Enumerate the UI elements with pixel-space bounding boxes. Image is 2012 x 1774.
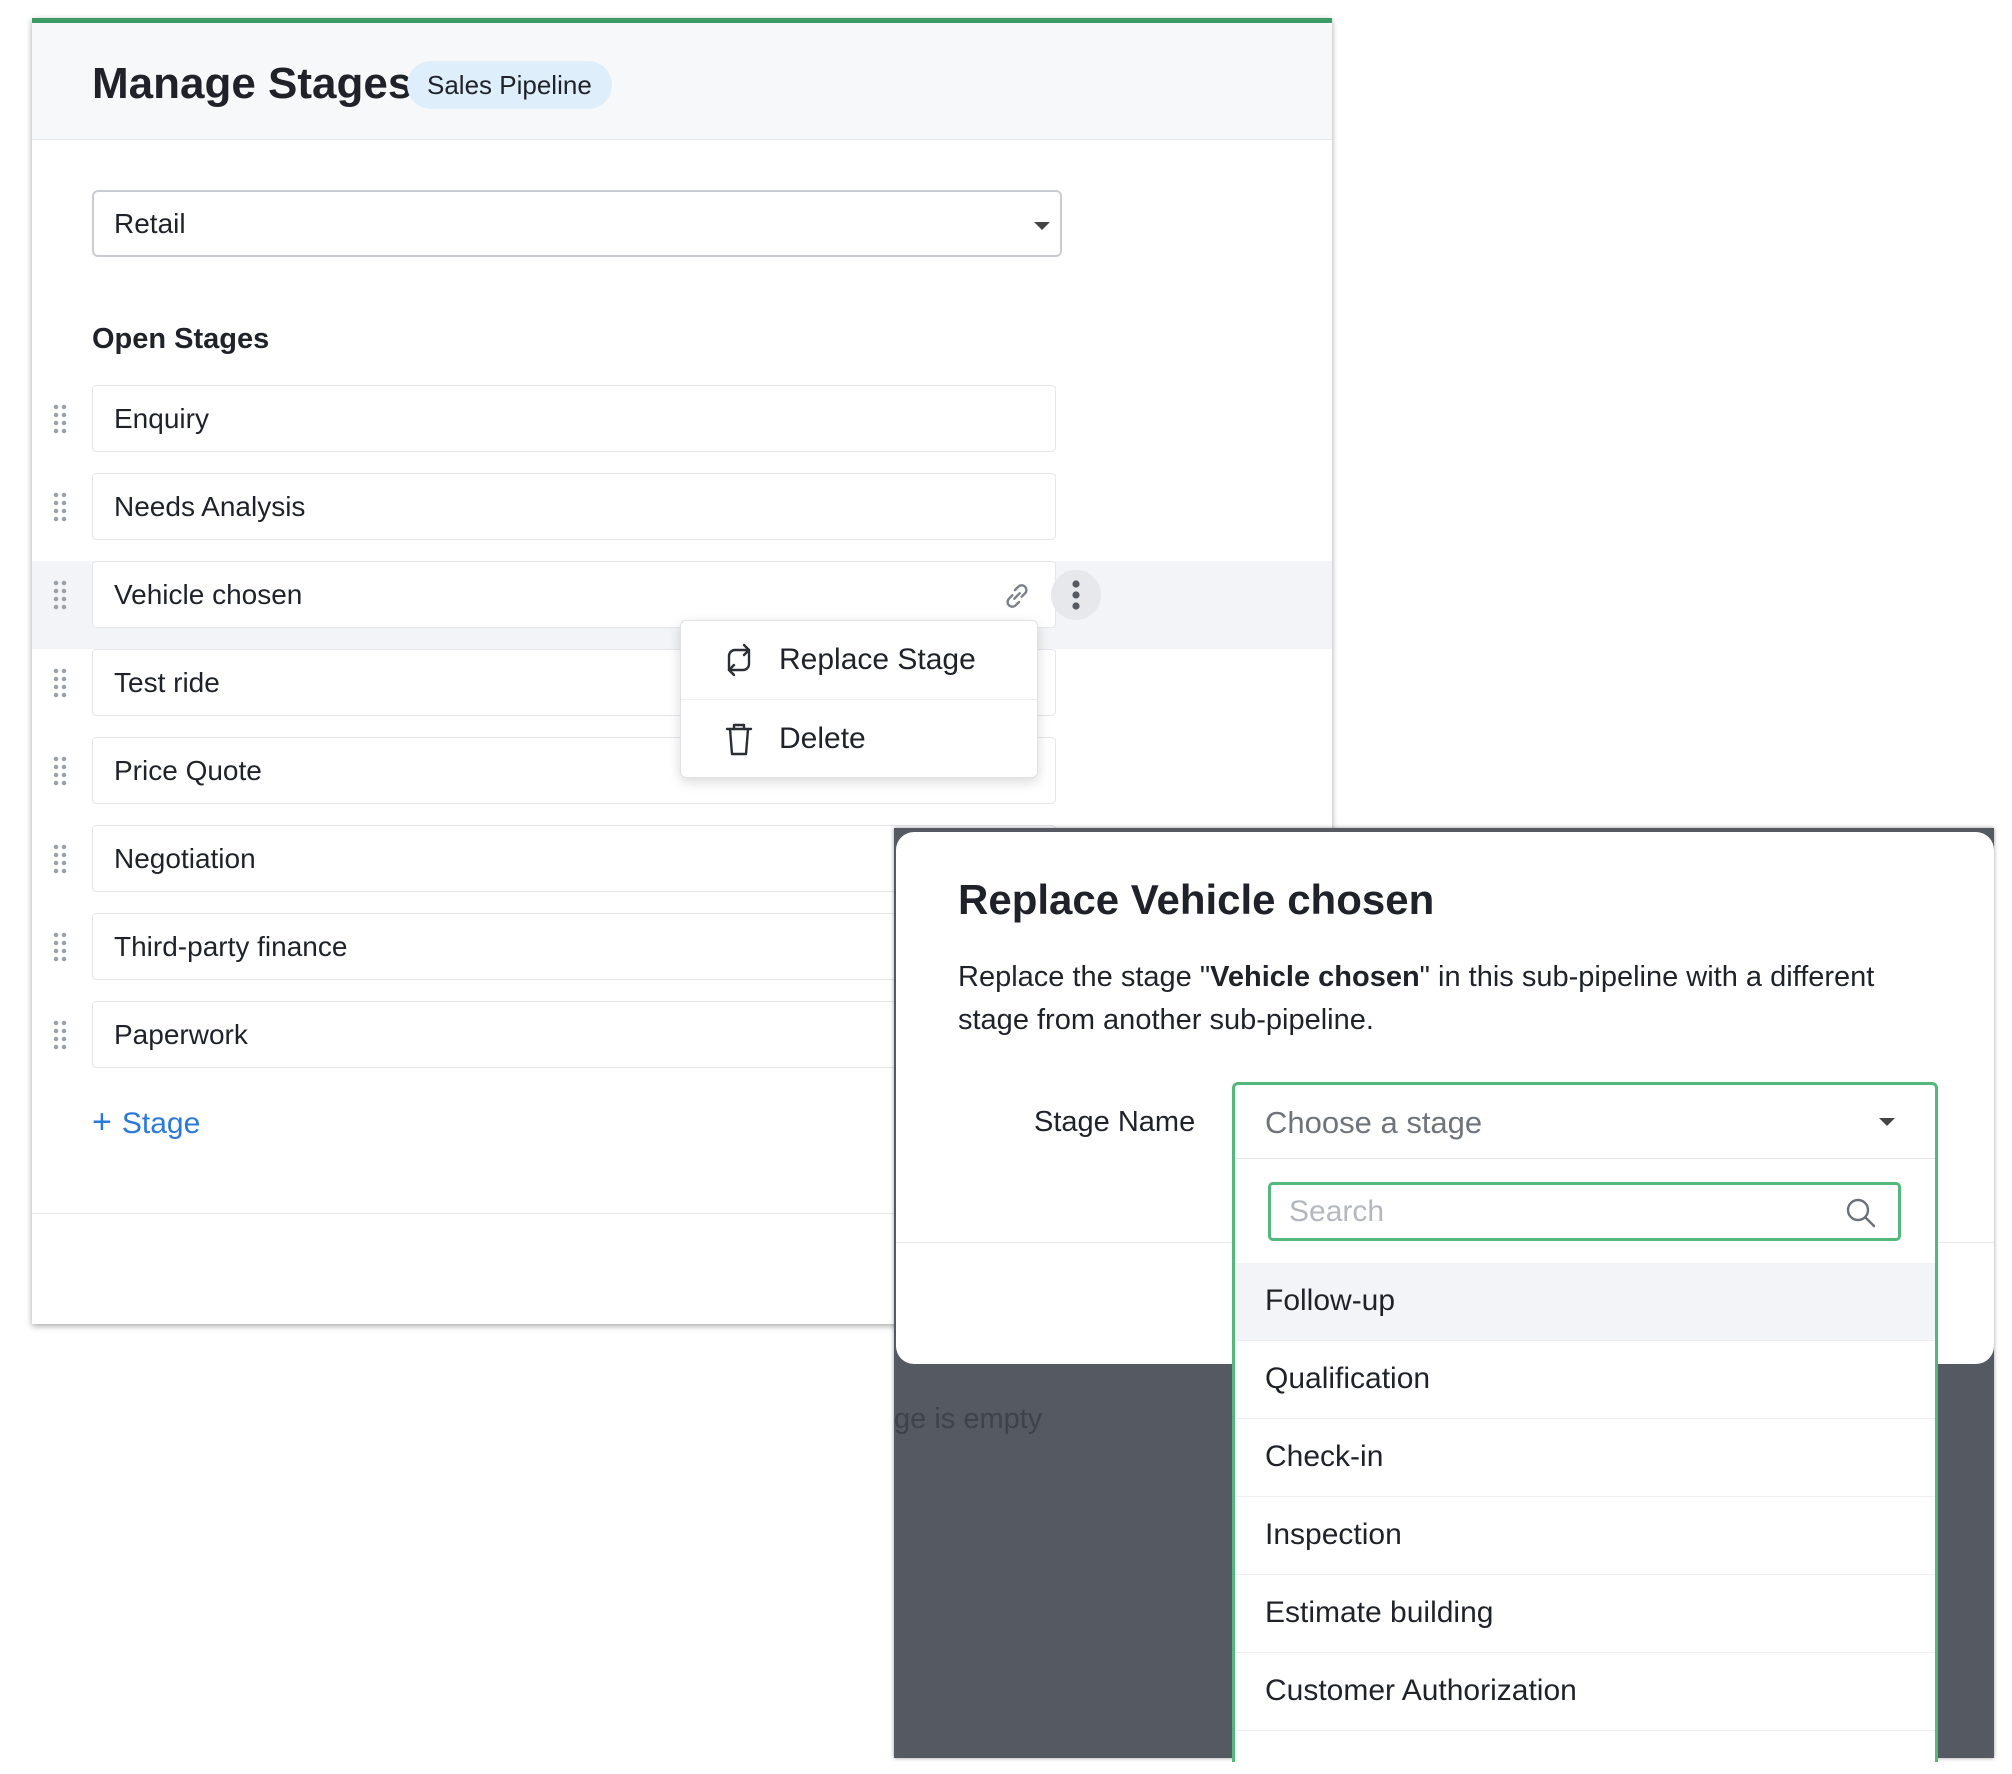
vertical-dots-icon xyxy=(1072,580,1080,610)
menu-item-delete[interactable]: Delete xyxy=(681,699,1037,777)
option-label: Inspection xyxy=(1265,1518,1402,1551)
more-options-button[interactable] xyxy=(1051,570,1101,620)
drag-handle-icon[interactable] xyxy=(52,667,68,699)
option-label: Check-in xyxy=(1265,1440,1384,1473)
stage-label: Enquiry xyxy=(114,403,209,434)
pipeline-badge: Sales Pipeline xyxy=(407,61,612,109)
drag-handle-icon[interactable] xyxy=(52,931,68,963)
panel-header: Manage Stages Sales Pipeline xyxy=(32,23,1332,140)
drag-handle-icon[interactable] xyxy=(52,579,68,611)
stage-option[interactable]: Customer Authorization xyxy=(1235,1653,1935,1731)
stage-row: Enquiry xyxy=(32,385,1332,473)
stage-row: Needs Analysis xyxy=(32,473,1332,561)
option-label: Estimate building xyxy=(1265,1596,1494,1629)
menu-item-replace-stage[interactable]: Replace Stage xyxy=(681,621,1037,699)
stage-option[interactable]: Estimate building xyxy=(1235,1575,1935,1653)
stage-label: Third-party finance xyxy=(114,931,348,962)
add-stage-label: Stage xyxy=(121,1107,201,1140)
stage-option-list: Follow-up Qualification Check-in Inspect… xyxy=(1235,1263,1935,1731)
drag-handle-icon[interactable] xyxy=(52,755,68,787)
stage-option[interactable]: Qualification xyxy=(1235,1341,1935,1419)
stage-option[interactable]: Check-in xyxy=(1235,1419,1935,1497)
stage-field[interactable]: Enquiry xyxy=(92,385,1056,452)
drag-handle-icon[interactable] xyxy=(52,1019,68,1051)
stage-option[interactable]: Inspection xyxy=(1235,1497,1935,1575)
option-label: Customer Authorization xyxy=(1265,1674,1577,1707)
stage-context-menu: Replace Stage Delete xyxy=(680,620,1038,778)
search-field[interactable] xyxy=(1268,1182,1901,1241)
option-label: Qualification xyxy=(1265,1362,1431,1395)
trash-icon xyxy=(725,723,753,756)
stage-select-trigger[interactable]: Choose a stage xyxy=(1235,1085,1935,1159)
stage-field[interactable]: Needs Analysis xyxy=(92,473,1056,540)
menu-item-label: Delete xyxy=(779,722,866,755)
description-text: Replace the stage " xyxy=(958,961,1211,993)
modal-title: Replace Vehicle chosen xyxy=(958,876,1435,923)
stage-label: Needs Analysis xyxy=(114,491,306,522)
stage-name-label: Stage Name xyxy=(1034,1106,1196,1138)
stage-option[interactable]: Follow-up xyxy=(1235,1263,1935,1341)
stage-label: Paperwork xyxy=(114,1019,248,1050)
stage-select-placeholder: Choose a stage xyxy=(1265,1105,1483,1140)
replace-icon xyxy=(727,643,751,677)
drag-handle-icon[interactable] xyxy=(52,403,68,435)
subpipeline-select-value: Retail xyxy=(114,208,186,239)
plus-icon: + xyxy=(92,1103,112,1141)
add-stage-link[interactable]: + Stage xyxy=(92,1103,200,1142)
stage-field[interactable]: Vehicle chosen xyxy=(92,561,1101,628)
search-icon xyxy=(1846,1198,1876,1228)
stage-name-dropdown: Choose a stage Follow-up Qualification C… xyxy=(1232,1082,1938,1762)
chevron-down-icon xyxy=(1879,1118,1895,1126)
stage-label: Vehicle chosen xyxy=(114,579,303,610)
drag-handle-icon[interactable] xyxy=(52,491,68,523)
stage-label: Price Quote xyxy=(114,755,262,786)
description-stage-name: Vehicle chosen xyxy=(1210,961,1420,993)
drag-handle-icon[interactable] xyxy=(52,843,68,875)
option-label: Follow-up xyxy=(1265,1284,1396,1317)
subpipeline-select[interactable]: Retail xyxy=(92,190,1062,257)
empty-state-text: ge is empty xyxy=(894,1403,1043,1435)
open-stages-heading: Open Stages xyxy=(92,323,270,355)
page-title: Manage Stages xyxy=(92,59,413,108)
chevron-down-icon xyxy=(1034,222,1050,230)
edit-link-icon[interactable] xyxy=(1001,580,1033,612)
menu-item-label: Replace Stage xyxy=(779,643,976,676)
stage-label: Negotiation xyxy=(114,843,256,874)
stage-label: Test ride xyxy=(114,667,220,698)
modal-description: Replace the stage "Vehicle chosen" in th… xyxy=(958,956,1938,1042)
search-input[interactable] xyxy=(1289,1193,1829,1231)
